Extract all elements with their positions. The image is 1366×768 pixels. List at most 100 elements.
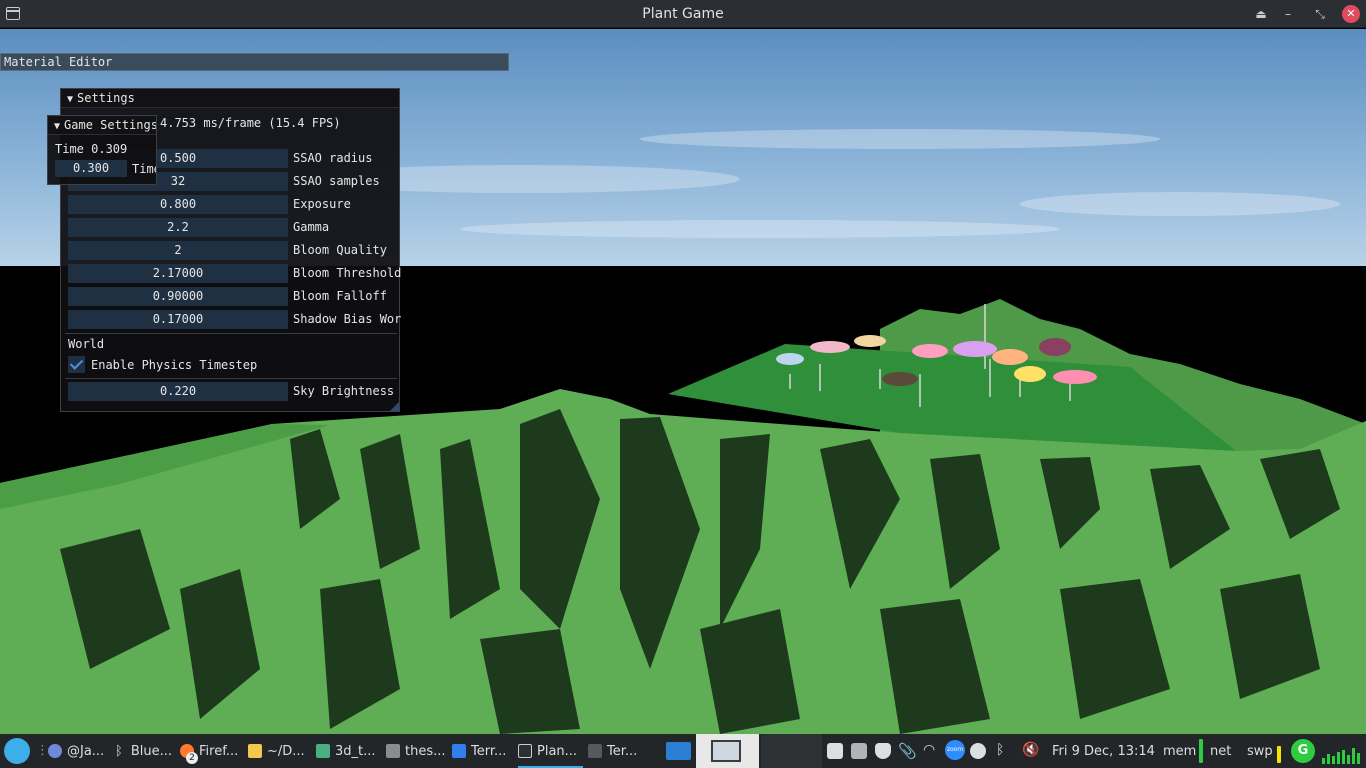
keep-above-icon[interactable]: ⏏ <box>1252 5 1270 23</box>
settings-separator <box>65 333 397 334</box>
bloom-threshold-label: Bloom Threshold <box>293 266 402 280</box>
setting-row-bloom-falloff: 0.90000 Bloom Falloff <box>68 287 387 306</box>
swap-label: swp <box>1247 743 1273 759</box>
task-image[interactable]: 3d_t... <box>316 734 376 768</box>
time-readout: Time 0.309 <box>55 142 128 156</box>
swap-meter <box>1277 746 1281 763</box>
cpu-graph <box>1322 748 1362 764</box>
battery-icon[interactable] <box>851 743 867 759</box>
pager-desktop-2[interactable] <box>696 734 759 768</box>
time-row: 0.300 Time <box>55 160 156 179</box>
world-separator <box>65 378 397 379</box>
mem-label: mem <box>1163 743 1197 759</box>
settings-title: Settings <box>77 91 135 105</box>
task-label: ~/D... <box>267 743 305 759</box>
physics-timestep-label: Enable Physics Timestep <box>91 357 258 372</box>
game-settings-header[interactable]: ▼ Game Settings <box>48 116 156 135</box>
collapse-triangle-icon[interactable]: ▼ <box>67 91 73 109</box>
task-plant-game[interactable]: Plan... <box>518 734 584 768</box>
firefox-icon: 2 <box>180 744 198 764</box>
discord-tray-icon[interactable] <box>970 743 986 759</box>
window-titlebar: Plant Game ⏏ – ⤡ ✕ <box>0 0 1366 28</box>
time-field[interactable]: 0.300 <box>55 160 127 177</box>
task-files[interactable]: thes... <box>386 734 446 768</box>
text-editor-icon <box>248 744 262 758</box>
physics-timestep-checkbox[interactable] <box>68 356 85 373</box>
firefox-badge: 2 <box>186 752 198 764</box>
ssao-radius-label: SSAO radius <box>293 151 373 165</box>
pager-desktop-1[interactable] <box>664 737 694 765</box>
app-launcher[interactable] <box>4 734 30 768</box>
world-header: World <box>68 337 105 351</box>
task-label: @Ja... <box>67 743 105 759</box>
net-label: net <box>1210 743 1232 759</box>
game-settings-title: Game Settings <box>64 118 157 132</box>
mem-monitor[interactable]: mem <box>1163 734 1196 768</box>
sky-brightness-label: Sky Brightness <box>293 384 395 398</box>
image-viewer-icon <box>316 744 330 758</box>
bloom-quality-field[interactable]: 2 <box>68 241 288 260</box>
time-field-label: Time <box>132 162 156 176</box>
task-label: Plan... <box>537 743 578 759</box>
clipboard-icon[interactable] <box>827 743 843 759</box>
ssao-samples-label: SSAO samples <box>293 174 380 188</box>
exposure-field[interactable]: 0.800 <box>68 195 288 214</box>
net-monitor[interactable]: net <box>1210 734 1231 768</box>
fps-text: 4.753 ms/frame (15.4 FPS) <box>160 116 341 130</box>
task-editor[interactable]: ~/D... <box>248 734 305 768</box>
task-vscode[interactable]: Terr... <box>452 734 506 768</box>
folder-icon <box>386 744 400 758</box>
task-discord[interactable]: @Ja... <box>48 734 104 768</box>
close-icon[interactable]: ✕ <box>1342 5 1360 23</box>
pager-desktop-3[interactable] <box>761 734 822 768</box>
settings-header[interactable]: ▼ Settings <box>61 89 399 108</box>
shield-icon[interactable] <box>875 743 891 759</box>
setting-row-sky-brightness: 0.220 Sky Brightness <box>68 382 394 401</box>
taskbar: ⋮ @Ja... ᛒ Blue... 2 Firef... ~/D... 3d_t.… <box>0 734 1366 768</box>
exposure-label: Exposure <box>293 197 351 211</box>
bloom-quality-label: Bloom Quality <box>293 243 387 257</box>
bloom-threshold-field[interactable]: 2.17000 <box>68 264 288 283</box>
launcher-icon[interactable] <box>4 738 30 764</box>
gamma-label: Gamma <box>293 220 330 234</box>
material-editor-titlebar[interactable]: Material Editor <box>0 53 509 71</box>
task-label: Firef... <box>199 743 239 759</box>
bluetooth-icon: ᛒ <box>115 743 123 759</box>
paperclip-icon[interactable]: 📎 <box>898 742 917 760</box>
task-firefox[interactable]: 2 Firef... <box>180 734 238 768</box>
sky-brightness-field[interactable]: 0.220 <box>68 382 288 401</box>
update-icon[interactable]: G <box>1291 739 1315 763</box>
setting-row-shadow-bias: 0.17000 Shadow Bias Wor <box>68 310 401 329</box>
task-terminal[interactable]: Ter... <box>588 734 637 768</box>
task-bluetooth[interactable]: ᛒ Blue... <box>115 734 172 768</box>
task-label: Blue... <box>130 743 172 759</box>
clock[interactable]: Fri 9 Dec, 13:14 <box>1052 734 1155 768</box>
setting-row-gamma: 2.2 Gamma <box>68 218 329 237</box>
shadow-bias-label: Shadow Bias Wor <box>293 312 402 326</box>
volume-muted-icon[interactable]: 🔇 <box>1022 742 1039 758</box>
bloom-falloff-field[interactable]: 0.90000 <box>68 287 288 306</box>
window-title: Plant Game <box>642 6 724 22</box>
desktop-preview-icon <box>711 740 741 762</box>
desktop-preview-icon <box>666 742 691 760</box>
gamma-field[interactable]: 2.2 <box>68 218 288 237</box>
task-label: Ter... <box>607 743 638 759</box>
restore-icon[interactable]: ⤡ <box>1311 5 1329 23</box>
physics-timestep-checkbox-row[interactable]: Enable Physics Timestep <box>68 355 257 374</box>
shadow-bias-field[interactable]: 0.17000 <box>68 310 288 329</box>
minimize-icon[interactable]: – <box>1279 5 1297 23</box>
setting-row-bloom-threshold: 2.17000 Bloom Threshold <box>68 264 401 283</box>
zoom-icon[interactable]: zoom <box>945 740 965 760</box>
collapse-triangle-icon[interactable]: ▼ <box>54 118 60 136</box>
swap-monitor[interactable]: swp <box>1247 734 1273 768</box>
bloom-falloff-label: Bloom Falloff <box>293 289 387 303</box>
resize-grip[interactable] <box>390 402 399 411</box>
discord-icon <box>48 744 62 758</box>
task-label: thes... <box>405 743 446 759</box>
bluetooth-tray-icon[interactable]: ᛒ <box>996 742 1004 758</box>
setting-row-exposure: 0.800 Exposure <box>68 195 351 214</box>
terminal-icon <box>588 744 602 758</box>
setting-row-bloom-quality: 2 Bloom Quality <box>68 241 387 260</box>
wifi-icon[interactable]: ◠ <box>923 742 935 758</box>
task-label: 3d_t... <box>335 743 376 759</box>
